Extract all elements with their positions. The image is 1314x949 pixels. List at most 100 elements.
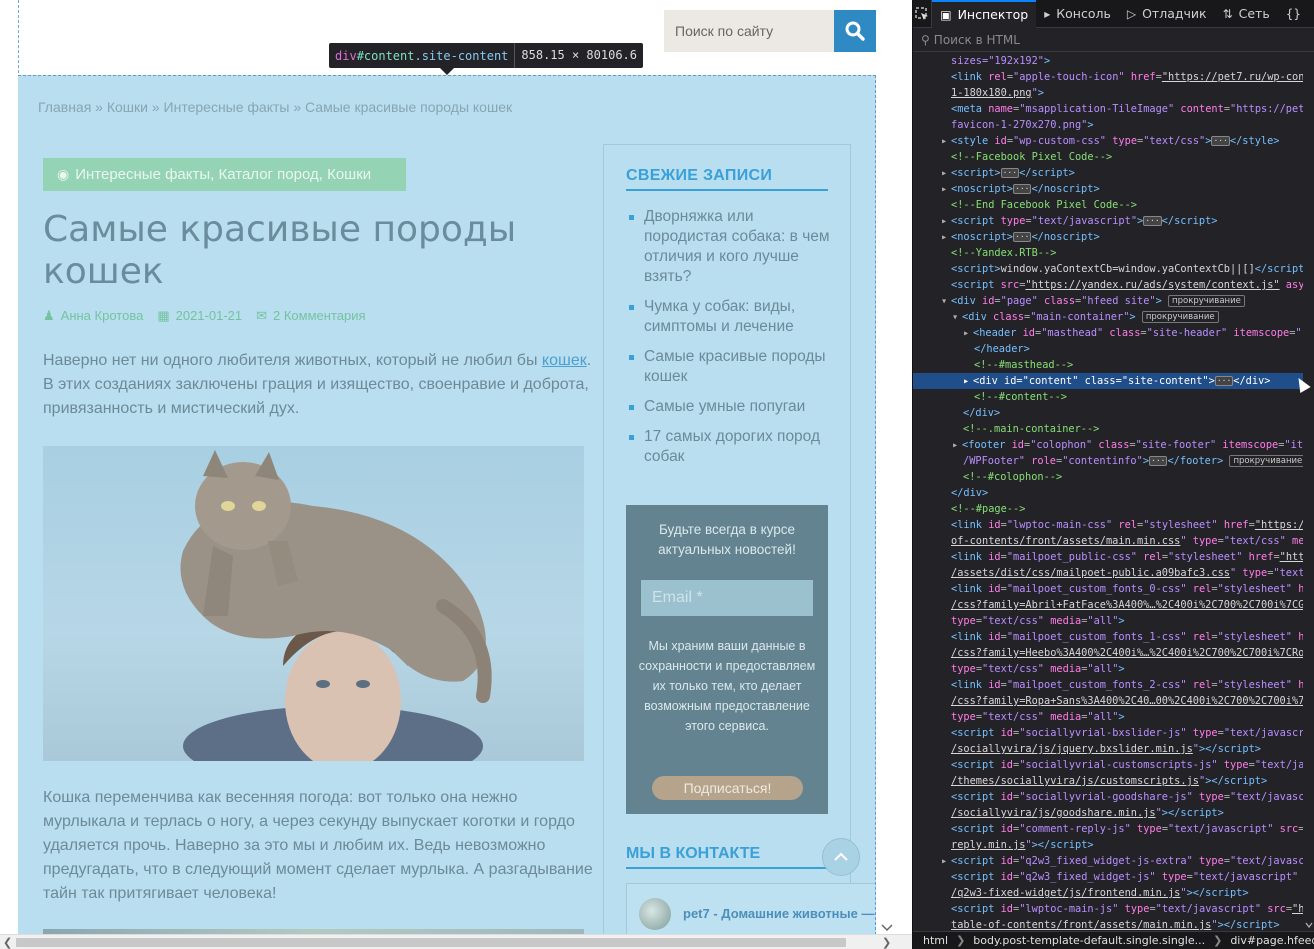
expand-arrow-icon[interactable]: ▸ bbox=[952, 437, 962, 453]
scroll-to-top-button[interactable] bbox=[822, 838, 860, 876]
collapsed-content-icon[interactable]: ··· bbox=[1013, 184, 1032, 194]
collapsed-content-icon[interactable]: ··· bbox=[1013, 232, 1032, 242]
expand-arrow-icon[interactable]: ▸ bbox=[941, 133, 951, 149]
expand-arrow-icon[interactable]: ▸ bbox=[941, 229, 951, 245]
tree-line[interactable]: <script id="sociallyvrial-bxslider-js" t… bbox=[913, 725, 1303, 741]
tree-line[interactable]: ▸ <footer id="colophon" class="site-foote… bbox=[913, 437, 1303, 453]
scrollbar-thumb[interactable] bbox=[16, 938, 846, 947]
recent-post-link[interactable]: Дворняжка или породистая собака: в чем о… bbox=[626, 207, 841, 287]
tree-line[interactable]: <!--Facebook Pixel Code--> bbox=[913, 149, 1303, 165]
tree-line[interactable]: ▸ <script type="text/javascript"> ··· </scr… bbox=[913, 213, 1303, 229]
tree-line[interactable]: /css?family=Ropa+Sans%3A400%2C40…00%2C40… bbox=[913, 693, 1303, 709]
tab-debugger[interactable]: ▷ Отладчик bbox=[1119, 0, 1215, 28]
tree-line[interactable]: <!--.main-container--> bbox=[913, 421, 1303, 437]
tree-line[interactable]: <link id="mailpoet_public-css" rel="styl… bbox=[913, 549, 1303, 565]
tree-line[interactable]: <script id="sociallyvrial-goodshare-js" … bbox=[913, 789, 1303, 805]
page-vertical-scrollbar[interactable] bbox=[876, 0, 898, 934]
tree-line[interactable]: <script id="lwptoc-main-js" type="text/j… bbox=[913, 901, 1303, 917]
breadcrumb[interactable]: Главная » Кошки » Интересные факты » Сам… bbox=[38, 99, 512, 115]
vk-widget-card[interactable]: pet7 - Домашние животные — пол bbox=[626, 883, 875, 940]
tree-line[interactable]: /css?family=Abril+FatFace%3A400%…%2C400i… bbox=[913, 597, 1303, 613]
vk-group-name[interactable]: pet7 - Домашние животные — пол bbox=[683, 906, 875, 921]
expand-arrow-icon[interactable]: ▸ bbox=[963, 325, 973, 341]
scroll-badge[interactable]: прокручивание bbox=[1229, 455, 1303, 467]
tree-line[interactable]: </header> bbox=[913, 341, 1303, 357]
tree-line[interactable]: ▸ <noscript> ··· </noscript> bbox=[913, 181, 1303, 197]
html-search-input[interactable]: ⚲ Поиск в HTML bbox=[913, 29, 1314, 52]
tree-line[interactable]: <link id="lwptoc-main-css" rel="styleshe… bbox=[913, 517, 1303, 533]
tree-line[interactable]: ▸ <noscript> ··· </noscript> bbox=[913, 229, 1303, 245]
newsletter-email-input[interactable]: Email * bbox=[641, 580, 813, 616]
tree-line[interactable]: ▾ <div class="main-container"> прокручива… bbox=[913, 309, 1303, 325]
tree-line[interactable]: <link id="mailpoet_custom_fonts_2-css" r… bbox=[913, 677, 1303, 693]
expand-arrow-icon[interactable]: ▸ bbox=[941, 181, 951, 197]
page-horizontal-scrollbar[interactable]: ❮ ❯ bbox=[0, 934, 912, 949]
crumb-page-div[interactable]: div#page.hfeed.site bbox=[1230, 934, 1314, 947]
tree-line[interactable]: 1-180x180.png"> bbox=[913, 85, 1303, 101]
collapsed-content-icon[interactable]: ··· bbox=[1149, 456, 1168, 466]
tree-line[interactable]: favicon-1-270x270.png"> bbox=[913, 117, 1303, 133]
tree-line[interactable]: <!--#colophon--> bbox=[913, 469, 1303, 485]
recent-post-link[interactable]: Самые умные попугаи bbox=[626, 397, 841, 417]
tree-line[interactable]: ▸ <script> ··· </script> bbox=[913, 165, 1303, 181]
tree-line[interactable]: /sociallyvira/js/jquery.bxslider.min.js"… bbox=[913, 741, 1303, 757]
tree-vertical-scrollbar[interactable] bbox=[1303, 53, 1314, 930]
tree-line[interactable]: reply.min.js"></script> bbox=[913, 837, 1303, 853]
tree-line[interactable]: <!--End Facebook Pixel Code--> bbox=[913, 197, 1303, 213]
tab-console[interactable]: ▸ Консоль bbox=[1036, 0, 1119, 28]
tree-line[interactable]: <!--#content--> bbox=[913, 389, 1303, 405]
tree-line[interactable]: type="text/css" media="all"> bbox=[913, 661, 1303, 677]
tab-style-editor[interactable]: {} bbox=[1278, 0, 1314, 28]
tree-line[interactable]: of-contents/front/assets/main.min.css" t… bbox=[913, 533, 1303, 549]
tree-line[interactable]: <script id="comment-reply-js" type="text… bbox=[913, 821, 1303, 837]
scroll-badge[interactable]: прокручивание bbox=[1168, 295, 1245, 307]
crumb-body[interactable]: body.post-template-default.single.single… bbox=[973, 934, 1205, 947]
tree-line[interactable]: /WPFooter" role="contentinfo"> ··· </foote… bbox=[913, 453, 1303, 469]
cats-link[interactable]: кошек bbox=[542, 352, 587, 369]
tree-line[interactable]: ▸ <header id="masthead" class="site-heade… bbox=[913, 325, 1303, 341]
post-author[interactable]: ♟ Анна Кротова bbox=[43, 308, 143, 324]
recent-post-link[interactable]: Самые красивые породы кошек bbox=[626, 347, 841, 387]
post-date[interactable]: ▦ 2021-01-21 bbox=[157, 308, 242, 324]
tree-line[interactable]: <link rel="apple-touch-icon" href="https… bbox=[913, 69, 1303, 85]
tree-line[interactable]: /assets/dist/css/mailpoet-public.a09bafc… bbox=[913, 565, 1303, 581]
collapsed-content-icon[interactable]: ··· bbox=[1143, 216, 1162, 226]
element-picker-button[interactable] bbox=[913, 0, 933, 28]
tree-line[interactable]: ▸ <style id="wp-custom-css" type="text/cs… bbox=[913, 133, 1303, 149]
tree-line[interactable]: <meta name="msapplication-TileImage" con… bbox=[913, 101, 1303, 117]
crumb-html[interactable]: html bbox=[923, 934, 948, 947]
collapse-arrow-icon[interactable]: ▾ bbox=[952, 309, 962, 325]
tree-line[interactable]: <!--#masthead--> bbox=[913, 357, 1303, 373]
tree-line[interactable]: <script src="https://yandex.ru/ads/syste… bbox=[913, 277, 1303, 293]
tab-inspector[interactable]: ▣ Инспектор bbox=[932, 0, 1037, 28]
tree-line[interactable]: /css?family=Heebo%3A400%2C400i%…%2C400i%… bbox=[913, 645, 1303, 661]
collapsed-content-icon[interactable]: ··· bbox=[1214, 376, 1234, 386]
site-search-input[interactable]: Поиск по сайту bbox=[664, 10, 834, 52]
tree-line[interactable]: <!--#page--> bbox=[913, 501, 1303, 517]
collapsed-content-icon[interactable]: ··· bbox=[1000, 168, 1020, 178]
subscribe-button[interactable]: Подписаться! bbox=[652, 776, 803, 800]
scroll-badge[interactable]: прокручивание bbox=[1141, 311, 1219, 323]
tree-line[interactable]: <script id="sociallyvrial-customscripts-… bbox=[913, 757, 1303, 773]
tree-line[interactable]: type="text/css" media="all"> bbox=[913, 613, 1303, 629]
tree-line[interactable]: </div> bbox=[913, 405, 1303, 421]
tree-line[interactable]: <script>window.yaContextCb=window.yaCont… bbox=[913, 261, 1303, 277]
expand-arrow-icon[interactable]: ▸ bbox=[941, 213, 951, 229]
tree-line[interactable]: <!--Yandex.RTB--> bbox=[913, 245, 1303, 261]
post-comments[interactable]: ✉ 2 Комментария bbox=[256, 308, 365, 324]
tab-network[interactable]: ⇅ Сеть bbox=[1215, 0, 1278, 28]
scroll-right-arrow-icon[interactable]: ❯ bbox=[882, 936, 891, 949]
tree-line[interactable]: /sociallyvira/js/goodshare.min.js"></scr… bbox=[913, 805, 1303, 821]
tree-line[interactable]: type="text/css" media="all"> bbox=[913, 709, 1303, 725]
scroll-left-arrow-icon[interactable]: ❮ bbox=[3, 936, 12, 949]
tree-line[interactable]: </div> bbox=[913, 485, 1303, 501]
site-search-button[interactable] bbox=[834, 10, 876, 52]
recent-post-link[interactable]: Чумка у собак: виды, симптомы и лечение bbox=[626, 297, 841, 337]
tree-line[interactable]: ▾ <div id="page" class="hfeed site"> прок… bbox=[913, 293, 1303, 309]
tree-line[interactable]: table-of-contents/front/assets/main.min.… bbox=[913, 917, 1303, 930]
category-badge[interactable]: ◉ Интересные факты, Каталог пород, Кошки bbox=[43, 158, 406, 191]
tree-line[interactable]: <link id="mailpoet_custom_fonts_1-css" r… bbox=[913, 629, 1303, 645]
tree-line[interactable]: ▸ <script id="q2w3_fixed_widget-js-extra"… bbox=[913, 853, 1303, 869]
tree-line[interactable]: /q2w3-fixed-widget/js/frontend.min.js"><… bbox=[913, 885, 1303, 901]
expand-arrow-icon[interactable]: ▸ bbox=[963, 373, 973, 389]
